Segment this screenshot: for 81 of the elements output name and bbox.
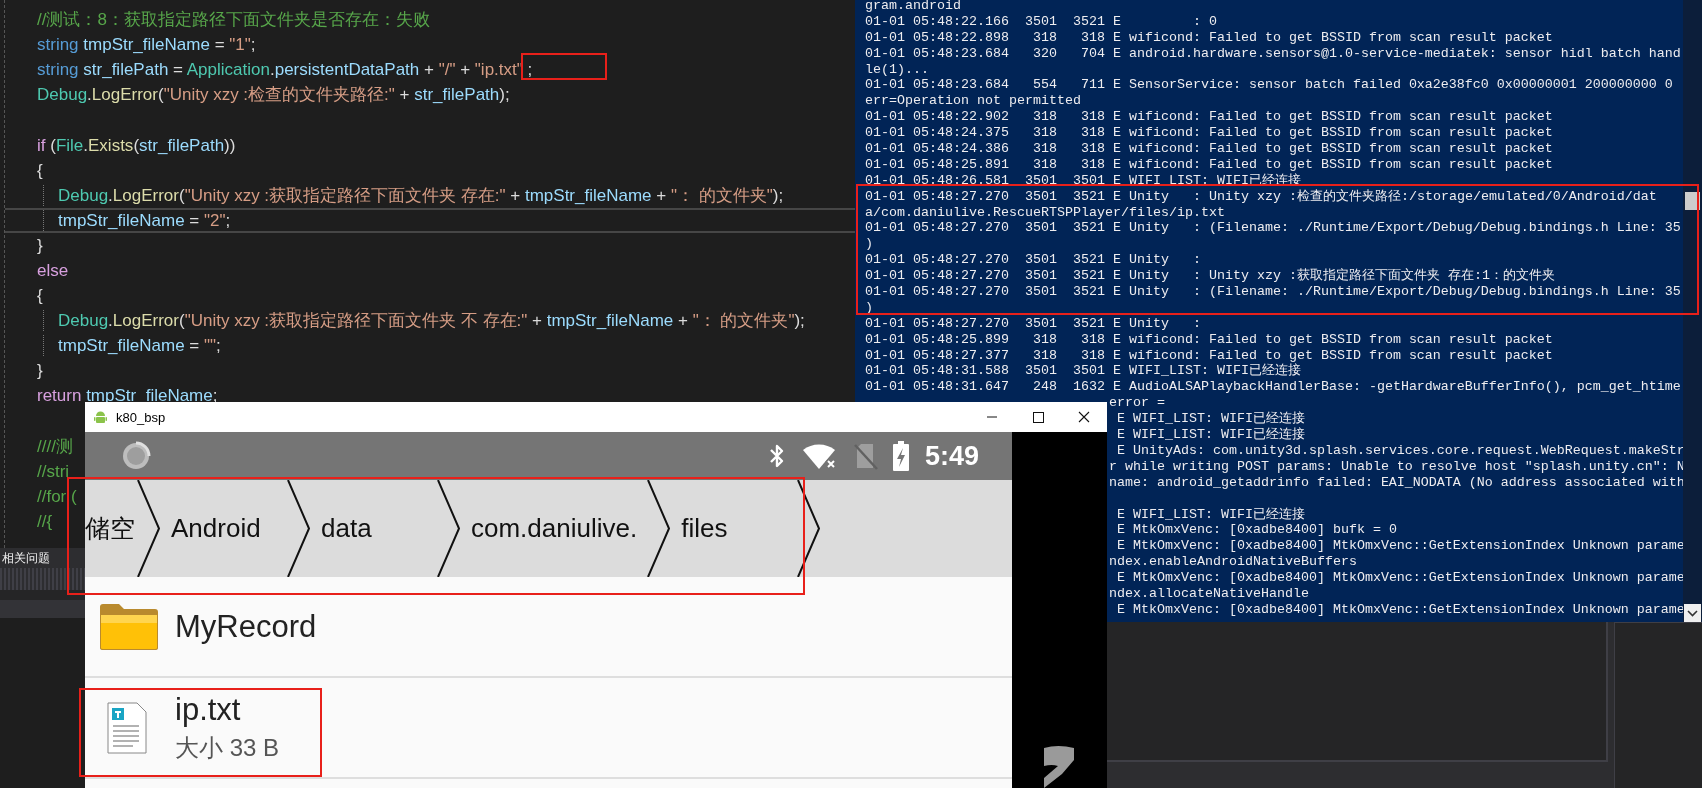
code-line: else <box>37 260 69 281</box>
scroll-down-icon[interactable] <box>1684 604 1701 622</box>
log-line: 01-01 05:48:27.270 3501 3521 E Unity : (Filename: ./Runtime/Export/Debug/Debug.bindings.h Line: 35 <box>865 220 1681 237</box>
chevron-icon <box>137 480 161 577</box>
code-line: { <box>37 285 43 307</box>
breadcrumb-item[interactable]: Android <box>161 513 287 544</box>
log-line: a/com.daniulive.RescueRTSPPlayer/files/ip.txt <box>865 204 1225 221</box>
code-line: tmpStr_fileName = "2"; <box>43 209 231 231</box>
log-line: E MtkOmxVenc: [0xadbe8400] bufk = 0 <box>1116 522 1397 539</box>
log-line: E MtkOmxVenc: [0xadbe8400] MtkOmxVenc::GetExtensionIndex Unknown parame <box>1116 570 1683 586</box>
code-line: //stri <box>37 460 70 482</box>
code-line: } <box>37 360 43 382</box>
file-row[interactable]: MyRecord <box>85 577 1012 678</box>
log-line: r while writing POST params: Unable to resolve host "splash.unity.cn": N <box>1108 458 1683 475</box>
log-line: 01-01 05:48:27.270 3501 3521 E Unity : Unity xzy :检查的文件夹路径:/storage/emulated/0/Android/dat <box>865 188 1657 205</box>
text-file-icon <box>107 701 147 754</box>
chevron-icon <box>797 480 822 577</box>
log-line: 01-01 05:48:22.902 318 318 E wificond: Failed to get BSSID from scan result packet <box>865 109 1553 126</box>
log-line: ndex.allocateNativeHandle <box>1108 585 1309 602</box>
log-line: 01-01 05:48:25.891 318 318 E wificond: Failed to get BSSID from scan result packet <box>865 156 1553 173</box>
code-line: } <box>37 234 43 256</box>
log-line: err=Operation not permitted <box>865 93 1081 110</box>
log-line: 01-01 05:48:23.684 320 704 E android.hardware.sensors@1.0-service-mediatek: sensor hidl batch hand <box>865 45 1681 62</box>
log-line: E MtkOmxVenc: [0xadbe8400] MtkOmxVenc::GetExtensionIndex Unknown parame <box>1116 601 1683 618</box>
file-name: ip.txt <box>175 691 242 728</box>
log-line: error = <box>1108 395 1165 412</box>
file-row[interactable]: ip.txt 大小 33 B <box>85 678 1012 779</box>
chevron-icon <box>647 480 672 577</box>
log-line: 01-01 05:48:23.684 554 711 E SensorService: sensor batch failed 0xa2e38fc0 0x00000001 200000000 0 <box>865 77 1673 94</box>
code-line: string tmpStr_fileName = "1"; <box>37 34 256 56</box>
log-line: 01-01 05:48:31.647 248 1632 E AudioALSAPlaybackHandlerBase: -getHardwareBufferInfo(), pcm_get_htime <box>865 379 1681 396</box>
file-size: 大小 33 B <box>175 732 280 763</box>
code-line: //测试：8：获取指定路径下面文件夹是否存在：失败 <box>37 9 430 31</box>
log-line: 01-01 05:48:31.588 3501 3501 E WIFI_LIST: WIFI已经连接 <box>865 363 1301 380</box>
log-line: gram.android <box>865 0 961 14</box>
code-line: Debug.LogError("Unity xzy :获取指定路径下面文件夹 存在:" + tmpStr_fileName + "： 的文件夹"); <box>43 184 784 206</box>
log-line: 01-01 05:48:27.270 3501 3521 E Unity : <box>865 315 1201 332</box>
code-line: tmpStr_fileName = ""; <box>43 335 221 357</box>
status-time: 5:49 <box>924 440 979 472</box>
log-line: 01-01 05:48:25.899 318 318 E wificond: Failed to get BSSID from scan result packet <box>865 331 1553 348</box>
spinner-icon <box>121 441 151 471</box>
code-line: string str_filePath = Application.persistentDataPath + "/" + "ip.txt" ; <box>37 59 533 81</box>
log-line: 01-01 05:48:27.377 318 318 E wificond: Failed to get BSSID from scan result packet <box>865 347 1553 363</box>
chevron-icon <box>437 480 461 577</box>
code-line: if (File.Exists(str_filePath)) <box>37 134 236 156</box>
log-line: le(1)... <box>865 61 929 78</box>
log-line: 01-01 05:48:27.270 3501 3521 E Unity : Unity xzy :获取指定路径下面文件夹 存在:1：的文件夹 <box>865 268 1555 285</box>
breadcrumb-item[interactable]: com.daniulive. <box>461 513 648 544</box>
code-line: Debug.LogError("Unity xzy :获取指定路径下面文件夹 不 存在:" + tmpStr_fileName + "： 的文件夹"); <box>43 310 805 332</box>
log-line: ) <box>865 236 873 253</box>
breadcrumb-item[interactable]: files <box>671 513 798 544</box>
log-line: 01-01 05:48:27.270 3501 3521 E Unity : <box>865 252 1201 269</box>
log-line: 01-01 05:48:22.166 3501 3521 E : 0 <box>865 13 1217 30</box>
code-line: { <box>37 159 43 181</box>
log-line: 01-01 05:48:24.375 318 318 E wificond: Failed to get BSSID from scan result packet <box>865 125 1553 141</box>
panel-tab[interactable]: 相关问题 <box>0 549 50 567</box>
code-line: //{ <box>37 510 53 532</box>
log-line: E WIFI_LIST: WIFI已经连接 <box>1116 411 1305 427</box>
file-name: MyRecord <box>175 608 317 645</box>
code-line: Debug.LogError("Unity xzy :检查的文件夹路径:" + str_filePath); <box>37 84 510 106</box>
code-line: //for ( <box>37 485 77 507</box>
robot-icon <box>94 410 107 424</box>
log-line: 01-01 05:48:22.898 318 318 E wificond: Failed to get BSSID from scan result packet <box>865 29 1553 46</box>
log-line: E WIFI_LIST: WIFI已经连接 <box>1116 506 1305 523</box>
log-line: E WIFI_LIST: WIFI已经连接 <box>1116 427 1305 443</box>
window-title: k80_bsp <box>116 409 166 425</box>
chevron-icon <box>287 480 311 577</box>
code-line: ////测 <box>37 435 73 457</box>
no-sim-icon <box>852 442 879 470</box>
log-line: ndex.enableAndroidNativeBuffers <box>1108 554 1357 571</box>
log-line: 01-01 05:48:24.386 318 318 E wificond: Failed to get BSSID from scan result packet <box>865 141 1553 157</box>
scrollbar[interactable] <box>1683 0 1702 622</box>
log-line: 01-01 05:48:27.270 3501 3521 E Unity : (Filename: ./Runtime/Export/Debug/Debug.bindings.h Line: 35 <box>865 284 1681 300</box>
blurred-mark <box>1042 744 1076 788</box>
breadcrumb-item[interactable]: 储空 <box>85 512 137 545</box>
log-line: name: android_getaddrinfo failed: EAI_NODATA (No address associated with <box>1108 474 1683 491</box>
log-line: E UnityAds: com.unity3d.splash.services.core.request.WebRequest.makeStr <box>1116 442 1683 459</box>
battery-icon <box>892 441 909 471</box>
log-line: E MtkOmxVenc: [0xadbe8400] MtkOmxVenc::GetExtensionIndex Unknown parame <box>1116 538 1683 555</box>
breadcrumb-item[interactable]: data <box>311 513 437 544</box>
folder-icon <box>99 602 159 651</box>
